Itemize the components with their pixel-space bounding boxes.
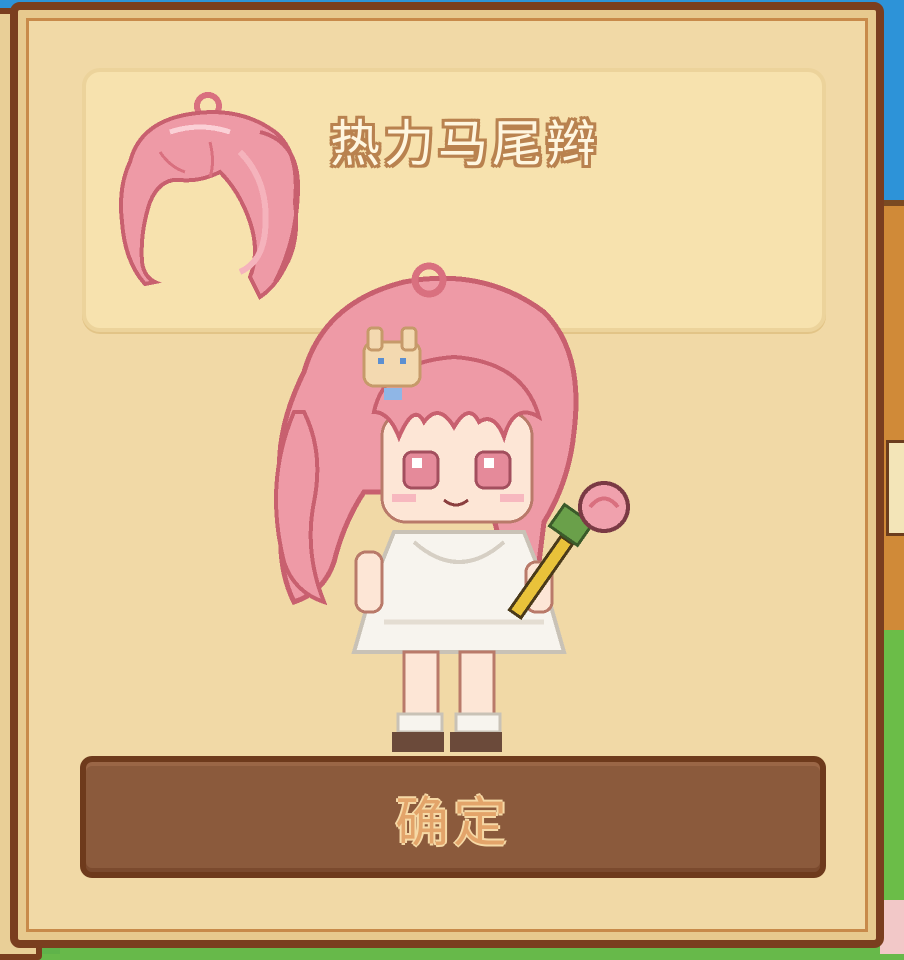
confirm-button-label: 确定 bbox=[395, 790, 511, 854]
character-preview bbox=[274, 262, 630, 752]
item-name-title: 热力马尾辫 bbox=[330, 115, 600, 173]
background-house bbox=[884, 200, 904, 636]
confirm-button[interactable]: 确定 bbox=[80, 756, 826, 878]
background-house-window bbox=[886, 440, 904, 536]
